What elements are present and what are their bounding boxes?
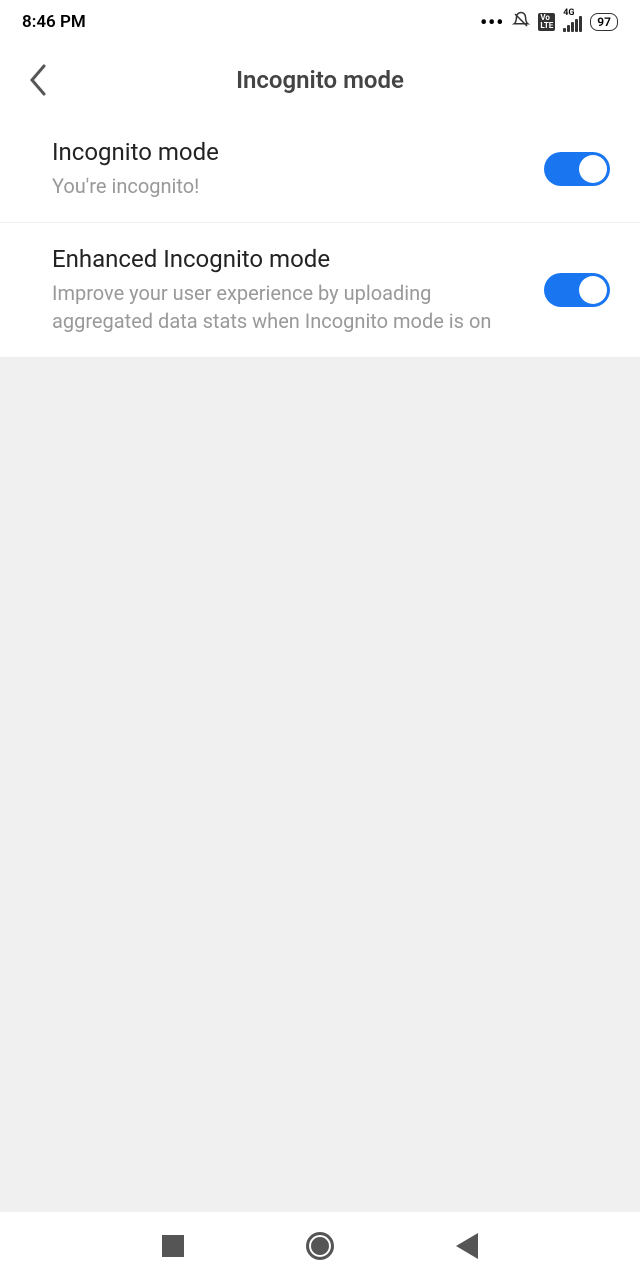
volte-icon: VoLTE: [538, 13, 555, 31]
chevron-left-icon: [26, 62, 50, 98]
status-bar: 8:46 PM ••• VoLTE 4G 97: [0, 0, 640, 44]
triangle-left-icon: [456, 1233, 478, 1259]
battery-indicator: 97: [590, 13, 618, 31]
page-title: Incognito mode: [236, 66, 404, 94]
back-button[interactable]: [20, 62, 56, 98]
back-nav-button[interactable]: [447, 1226, 487, 1266]
status-indicators: ••• VoLTE 4G 97: [480, 8, 618, 37]
setting-subtitle: You're incognito!: [52, 172, 524, 200]
square-icon: [162, 1235, 184, 1257]
signal-bars-icon: [563, 16, 582, 32]
home-button[interactable]: [300, 1226, 340, 1266]
more-icon: •••: [480, 10, 504, 34]
enhanced-incognito-toggle[interactable]: [544, 273, 610, 307]
setting-text: Enhanced Incognito mode Improve your use…: [52, 245, 544, 335]
signal-group: 4G: [563, 8, 582, 37]
setting-text: Incognito mode You're incognito!: [52, 138, 544, 200]
circle-icon: [306, 1232, 334, 1260]
app-header: Incognito mode: [0, 44, 640, 116]
recents-button[interactable]: [153, 1226, 193, 1266]
setting-subtitle: Improve your user experience by uploadin…: [52, 279, 524, 335]
setting-title: Enhanced Incognito mode: [52, 245, 524, 273]
incognito-mode-toggle[interactable]: [544, 152, 610, 186]
content-spacer: [0, 358, 640, 1212]
setting-title: Incognito mode: [52, 138, 524, 166]
incognito-mode-row[interactable]: Incognito mode You're incognito!: [0, 116, 640, 223]
settings-list: Incognito mode You're incognito! Enhance…: [0, 116, 640, 358]
notification-muted-icon: [512, 11, 530, 34]
status-time: 8:46 PM: [22, 12, 86, 32]
enhanced-incognito-row[interactable]: Enhanced Incognito mode Improve your use…: [0, 223, 640, 358]
navigation-bar: [0, 1212, 640, 1280]
